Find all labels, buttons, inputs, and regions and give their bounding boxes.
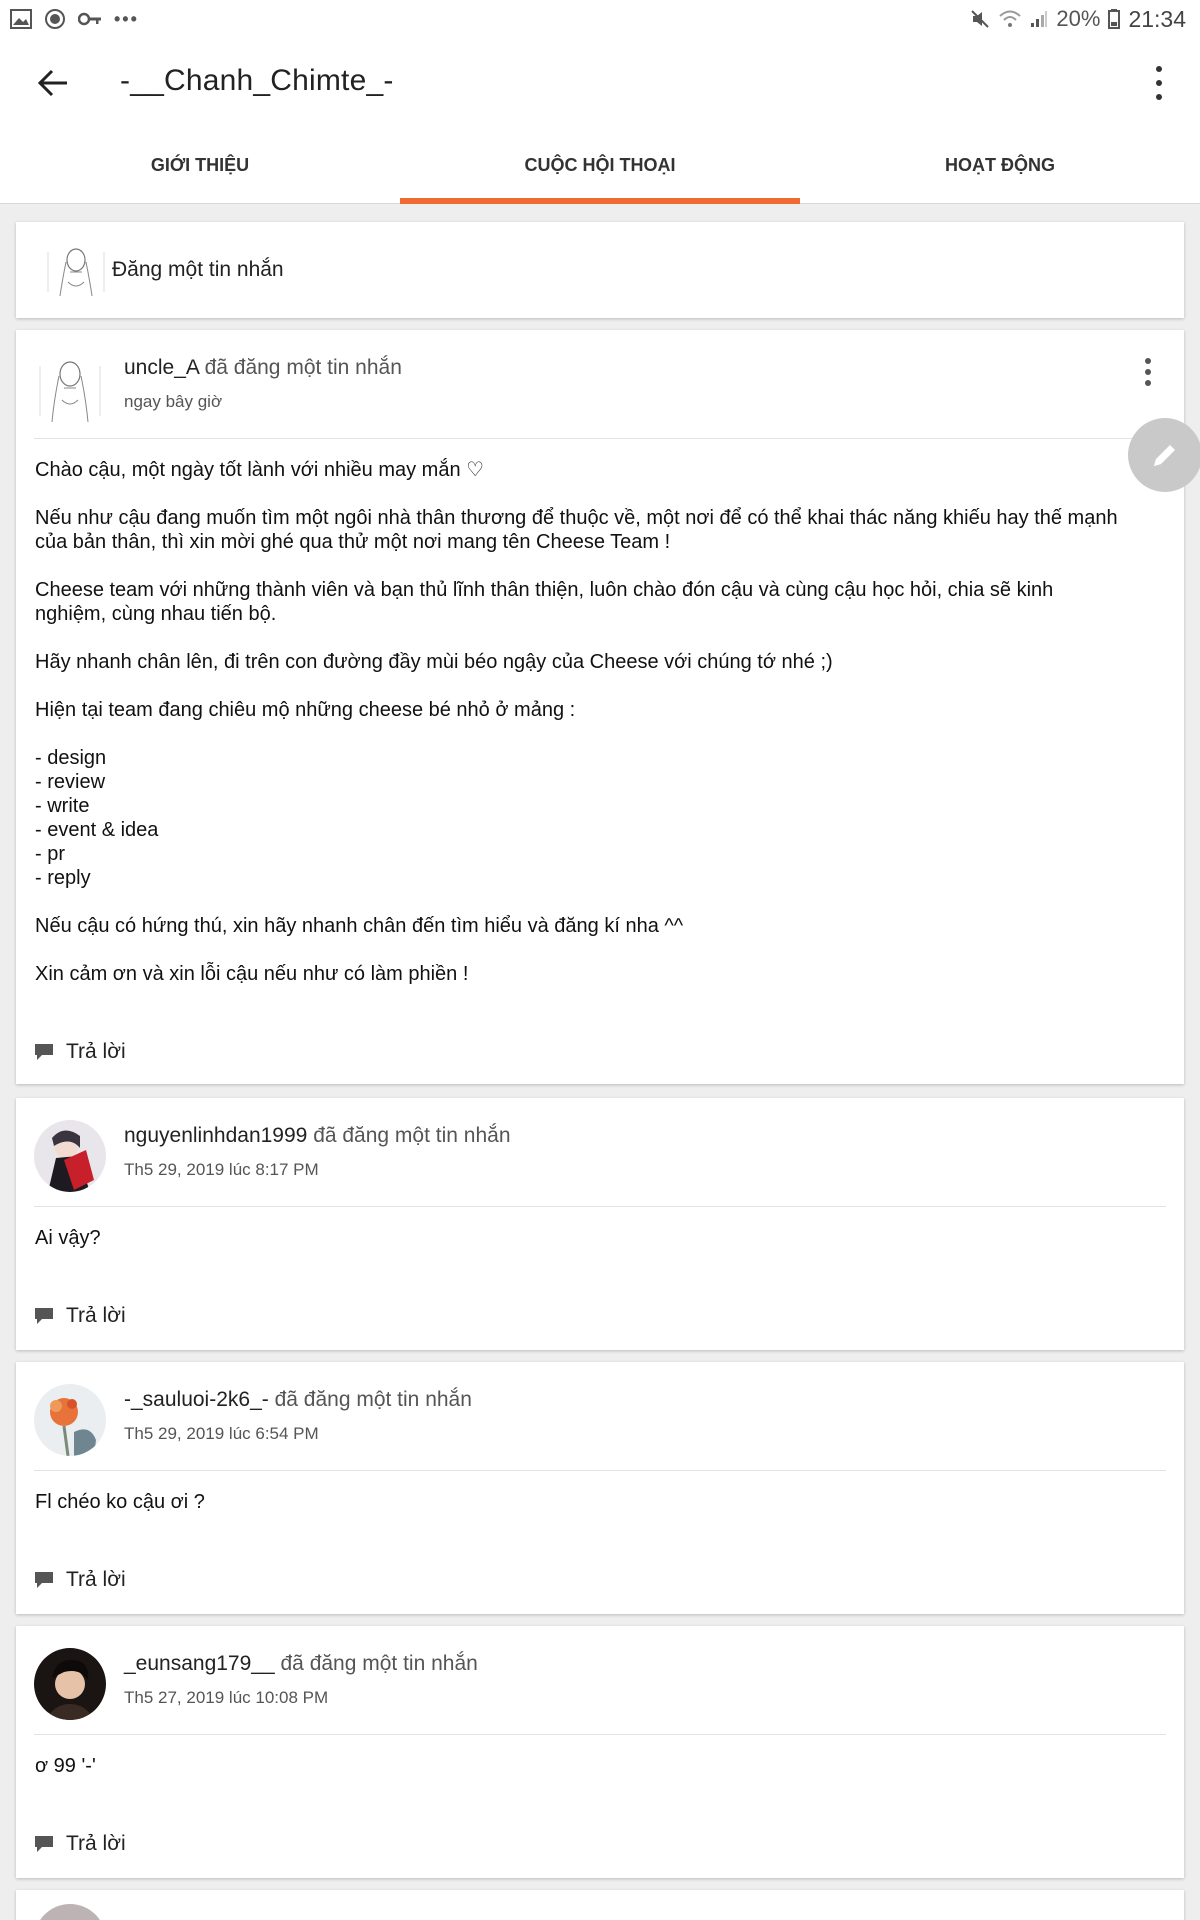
post-header: uncle_A đã đăng một tin nhắn [124,356,402,380]
wifi-icon [999,10,1022,27]
back-button[interactable] [36,68,70,98]
avatar[interactable] [34,1384,106,1456]
tab-activity[interactable]: HOẠT ĐỘNG [800,128,1200,203]
post-body: Ai vậy? [35,1227,101,1249]
dot [1156,94,1162,100]
avatar[interactable] [34,1648,106,1720]
more-notifications-icon: ••• [114,8,139,29]
media-icon [45,9,65,29]
post-options-button[interactable] [1144,358,1152,386]
post-time: Th5 27, 2019 lúc 10:08 PM [124,1688,329,1707]
divider [34,1734,1166,1735]
dot [1145,369,1151,375]
reply-label: Trả lời [66,1832,126,1855]
post-card: -_sauluoi-2k6_- đã đăng một tin nhắn Th5… [16,1362,1184,1614]
comment-icon [35,1044,53,1060]
dot [1156,80,1162,86]
avatar[interactable] [34,352,106,424]
overflow-menu-button[interactable] [1154,66,1164,100]
post-card: _eunsang179__ đã đăng một tin nhắn Th5 2… [16,1626,1184,1878]
post-card: nguyenlinhdan1999 đã đăng một tin nhắn T… [16,1098,1184,1350]
key-icon [78,12,101,26]
signal-icon [1031,11,1048,27]
tab-about[interactable]: GIỚI THIỆU [0,128,400,203]
status-bar-system: 20% 21:34 [970,6,1186,33]
post-time: Th5 29, 2019 lúc 8:17 PM [124,1160,319,1179]
dot [1145,358,1151,364]
comment-icon [35,1308,53,1324]
username[interactable]: -_sauluoi-2k6_- [124,1388,269,1411]
dot [1156,66,1162,72]
compose-label: Đăng một tin nhắn [112,258,284,281]
reply-button[interactable]: Trả lời [34,1304,126,1328]
post-time: Th5 29, 2019 lúc 6:54 PM [124,1424,319,1443]
status-bar: ••• 20% 21:34 [0,0,1200,38]
status-bar-notifications: ••• [10,8,139,30]
post-time: ngay bây giờ [124,392,223,411]
comment-icon [35,1836,53,1852]
divider [34,1206,1166,1207]
edit-fab[interactable] [1128,418,1200,492]
post-action: đã đăng một tin nhắn [274,1388,472,1411]
reply-button[interactable]: Trả lời [34,1832,126,1856]
post-body: Fl chéo ko cậu ơi ? [35,1491,205,1513]
battery-percent: 20% [1056,6,1101,31]
dot [1145,380,1151,386]
clock: 21:34 [1128,5,1186,32]
reply-button[interactable]: Trả lời [34,1568,126,1592]
compose-message-card[interactable]: Đăng một tin nhắn [16,222,1184,318]
gallery-icon [10,9,32,29]
battery-icon [1108,9,1121,29]
reply-label: Trả lời [66,1040,126,1063]
username[interactable]: uncle_A [124,356,199,379]
tab-bar: GIỚI THIỆU CUỘC HỘI THOẠI HOẠT ĐỘNG [0,128,1200,204]
avatar[interactable] [34,1120,106,1192]
post-header: nguyenlinhdan1999 đã đăng một tin nhắn [124,1124,511,1148]
divider [34,1470,1166,1471]
avatar[interactable] [34,1904,106,1920]
post-body: Chào cậu, một ngày tốt lành với nhiều ma… [35,459,1118,985]
username[interactable]: _eunsang179__ [124,1652,275,1675]
post-header: -_sauluoi-2k6_- đã đăng một tin nhắn [124,1388,472,1412]
tab-conversations[interactable]: CUỘC HỘI THOẠI [400,128,800,204]
mute-icon [971,10,990,28]
page-title: -__Chanh_Chimte_- [120,64,394,97]
comment-icon [35,1572,53,1588]
reply-label: Trả lời [66,1304,126,1327]
post-card-partial [16,1890,1184,1920]
post-action: đã đăng một tin nhắn [280,1652,478,1675]
app-bar: -__Chanh_Chimte_- [0,38,1200,128]
post-body: ơ 99 '-' [35,1755,96,1777]
reply-label: Trả lời [66,1568,126,1591]
avatar [40,242,112,298]
post-card: uncle_A đã đăng một tin nhắn ngay bây gi… [16,330,1184,1084]
username[interactable]: nguyenlinhdan1999 [124,1124,307,1147]
post-header: _eunsang179__ đã đăng một tin nhắn [124,1652,478,1676]
arrow-back-icon [37,69,67,97]
post-action: đã đăng một tin nhắn [204,356,402,379]
post-action: đã đăng một tin nhắn [313,1124,511,1147]
reply-button[interactable]: Trả lời [34,1040,126,1064]
pencil-icon [1154,445,1175,466]
divider [34,438,1166,439]
